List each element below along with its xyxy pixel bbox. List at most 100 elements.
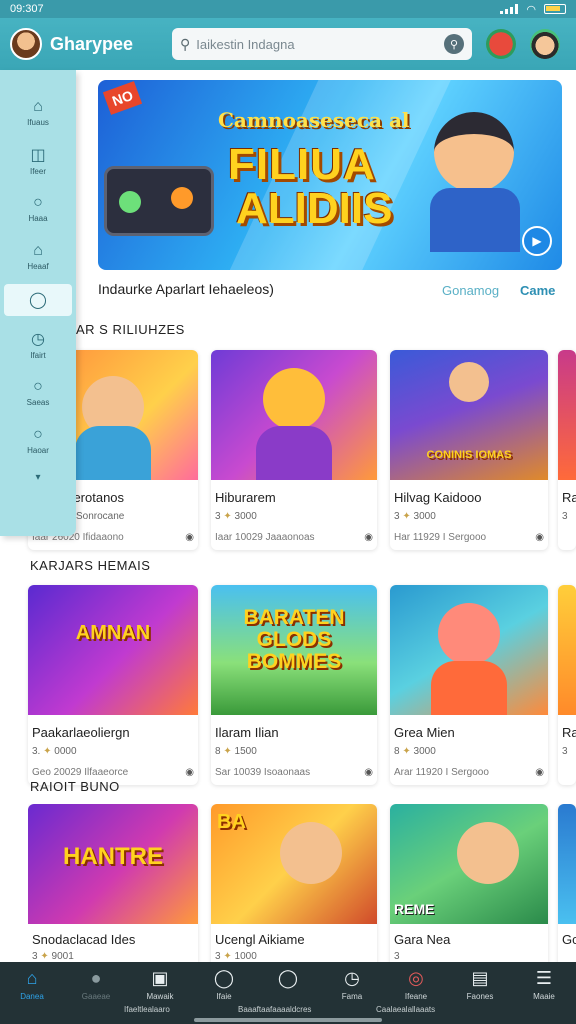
more-dot-icon[interactable]: ◉ [185, 767, 194, 778]
rating-value: 8 [394, 746, 400, 757]
meta-text: Geo 20029 Ilfaaeorce [32, 767, 129, 778]
nav-item-home[interactable]: ⌂ Danea [0, 962, 64, 1024]
nav-item-circle[interactable]: ◯ [256, 962, 320, 1024]
banner-title-line1: FILIUA [228, 140, 376, 189]
sidebar-item-chat[interactable]: ◫ Ifeer [0, 136, 76, 184]
chat-icon: ◯ [213, 968, 235, 988]
chat-icon: ◫ [30, 146, 46, 164]
character-head [279, 822, 342, 884]
sidebar-item-bubble[interactable]: ○ Haoar [0, 416, 76, 464]
game-row: Hamerotanos Sonrocane Iaar 26020 Ifidaao… [28, 350, 576, 550]
nav-item-chat[interactable]: ◯ Ifaie [192, 962, 256, 1024]
featured-banner[interactable]: NO Camnoaseseca al FILIUA ALIDIIS ▶ [98, 80, 562, 270]
game-card[interactable]: Hiburarem 3 ✦ 3000 Iaar 10029 Jaaaonoas ◉ [211, 350, 377, 550]
nav-item-games[interactable]: ● Gaaeae [64, 962, 128, 1024]
game-name: Ilaram Ilian [215, 725, 279, 740]
nav-subtext: Baaaftaafaaaaldcres [238, 1005, 312, 1014]
profile-avatar[interactable] [530, 29, 560, 59]
game-rating: 3 ✦ 9001 [28, 947, 198, 962]
game-name: Gara Nea [394, 932, 451, 947]
game-card[interactable]: Grea Mien 8 ✦ 3000 Arar 11920 I Sergooo ◉ [390, 585, 548, 785]
sidebar-item-tag[interactable]: ◯ [4, 284, 72, 316]
chevron-down-icon[interactable]: ▾ [0, 472, 76, 483]
game-rating: 3 [562, 746, 568, 757]
rating-detail: 3000 [413, 511, 436, 522]
game-card-partial[interactable]: Gc [558, 804, 576, 962]
banner-badge: NO [102, 81, 143, 115]
nav-item-timer[interactable]: ◷ Fama [320, 962, 384, 1024]
game-name: Hiburarem [215, 490, 276, 505]
game-card[interactable]: BARATEN GLODS BOMMES Ilaram Ilian 8 ✦ 15… [211, 585, 377, 785]
more-dot-icon[interactable]: ◉ [185, 532, 194, 543]
rating-detail: 3000 [413, 746, 436, 757]
home-icon: ⌂ [33, 97, 43, 115]
circle-icon: ◯ [277, 968, 299, 988]
thumbnail-title: BARATEN GLODS BOMMES [243, 606, 345, 674]
sidebar-item-clock[interactable]: ◷ Ifairt [0, 320, 76, 368]
game-rating: 3. ✦ 0000 [28, 740, 198, 757]
rating-detail: 1000 [234, 951, 257, 962]
banner-link-primary[interactable]: Came [520, 283, 555, 298]
game-row: AMNAN Paakarlaeoliergn 3. ✦ 0000 Geo 200… [28, 585, 576, 785]
game-thumbnail: REME [390, 804, 548, 924]
app-avatar[interactable] [10, 28, 42, 60]
sidebar-item-profile[interactable]: ○ Saeas [0, 368, 76, 416]
game-meta: Har 11929 I Sergooo ◉ [390, 522, 548, 543]
game-card[interactable]: HANTRE Snodaclacad Ides 3 ✦ 9001 [28, 804, 198, 962]
more-dot-icon[interactable]: ◉ [535, 532, 544, 543]
nav-item-label: Faones [466, 992, 494, 1001]
banner-caption: Indaurke Aparlart Iehaeleos) [98, 281, 274, 297]
game-thumbnail [558, 804, 576, 924]
game-card[interactable]: CONINIS IOMAS Hilvag Kaidooo 3 ✦ 3000 Ha… [390, 350, 548, 550]
game-thumbnail [211, 350, 377, 480]
bubble-icon: ○ [33, 425, 43, 443]
rating-value: 3 [394, 511, 400, 522]
game-card-partial[interactable]: Ra 3 [558, 350, 576, 550]
thumbnail-title: CONINIS IOMAS [426, 449, 512, 461]
game-card[interactable]: REME Gara Nea 3 [390, 804, 548, 962]
mascot-icon[interactable] [486, 29, 516, 59]
star-icon: ✦ [43, 746, 52, 757]
game-meta: Geo 20029 Ilfaaeorce ◉ [28, 757, 198, 778]
game-rating: 3 ✦ 1000 [211, 947, 377, 962]
star-icon: ✦ [402, 511, 411, 522]
more-dot-icon[interactable]: ◉ [535, 767, 544, 778]
nav-item-menu[interactable]: ☰ Maaie [512, 962, 576, 1024]
more-dot-icon[interactable]: ◉ [364, 532, 373, 543]
app-header: Gharypee ⚲ ⚲ [0, 18, 576, 70]
banner-link-secondary[interactable]: Gonamog [442, 283, 499, 298]
star-icon: ✦ [223, 951, 232, 962]
game-card[interactable]: BA Ucengl Aikiame 3 ✦ 1000 [211, 804, 377, 962]
nav-item-book[interactable]: ▤ Faones [448, 962, 512, 1024]
sidebar: ⌂ Ifuaus ◫ Ifeer ○ Haaa ⌂ Heaaf ◯ ◷ Ifai… [0, 70, 76, 536]
nav-item-label: Maaie [533, 992, 555, 1001]
battery-icon [544, 4, 566, 14]
app-name: Gharypee [50, 33, 134, 54]
rating-detail: Sonrocane [76, 511, 125, 522]
play-icon[interactable]: ▶ [522, 226, 552, 256]
meta-text: Sar 10039 Isoaonaas [215, 767, 311, 778]
search-input[interactable] [196, 36, 444, 52]
search-bar[interactable]: ⚲ ⚲ [172, 28, 472, 60]
meta-text: Arar 11920 I Sergooo [394, 767, 489, 778]
rating-value: 8 [215, 746, 221, 757]
game-name: Ucengl Aikiame [215, 932, 305, 947]
more-dot-icon[interactable]: ◉ [364, 767, 373, 778]
nav-item-target[interactable]: ◎ Ifeane [384, 962, 448, 1024]
home-indicator[interactable] [194, 1018, 382, 1022]
sidebar-item-store[interactable]: ⌂ Heaaf [0, 232, 76, 280]
character-body [431, 661, 507, 715]
search-submit-icon[interactable]: ⚲ [444, 34, 464, 54]
game-rating: 3 ✦ 3000 [390, 505, 548, 522]
sidebar-item-user[interactable]: ○ Haaa [0, 184, 76, 232]
rating-detail: 9001 [51, 951, 74, 962]
game-meta: Sar 10039 Isoaonaas ◉ [211, 757, 377, 778]
game-card[interactable]: AMNAN Paakarlaeoliergn 3. ✦ 0000 Geo 200… [28, 585, 198, 785]
rating-value: 3. [32, 746, 41, 757]
sidebar-item-label: Ifeer [29, 166, 46, 176]
nav-item-gift[interactable]: ▣ Mawaik [128, 962, 192, 1024]
sidebar-item-home[interactable]: ⌂ Ifuaus [0, 88, 76, 136]
game-thumbnail: HANTRE [28, 804, 198, 924]
book-icon: ▤ [471, 968, 489, 988]
game-card-partial[interactable]: Ra 3 [558, 585, 576, 785]
